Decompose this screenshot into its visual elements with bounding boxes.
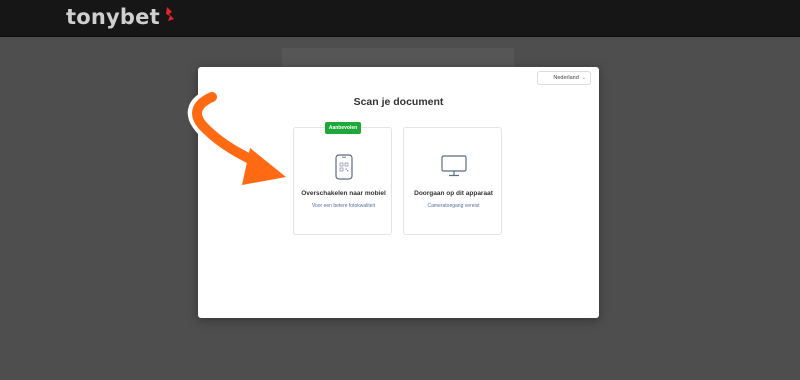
option-title: Doorgaan op dit apparaat (414, 190, 493, 197)
option-title: Overschakelen naar mobiel (301, 190, 386, 197)
language-select-value: Nederland (553, 75, 579, 81)
logo-mark-icon (164, 6, 176, 27)
option-subtitle: Voor een betere fotokwaliteit (311, 203, 376, 209)
monitor-icon (404, 154, 503, 178)
top-header: tonybet (0, 0, 800, 37)
option-subtitle: Cameratoegang vereist (427, 203, 480, 209)
chevron-down-icon: ⌄ (581, 75, 586, 81)
option-continue-on-device[interactable]: Doorgaan op dit apparaat Cameratoegang v… (403, 127, 502, 235)
logo-text: tonybet (66, 5, 160, 29)
phone-qr-icon (294, 154, 393, 180)
orange-pointer-arrow-icon (187, 92, 290, 188)
tonybet-logo[interactable]: tonybet (66, 4, 176, 30)
recommended-badge: Aanbevolen (325, 122, 361, 134)
option-switch-to-mobile[interactable]: Aanbevolen Overschakelen naar mobiel Voo… (293, 122, 393, 235)
language-select[interactable]: Nederland ⌄ (537, 71, 591, 85)
backdrop-panel (282, 48, 514, 68)
